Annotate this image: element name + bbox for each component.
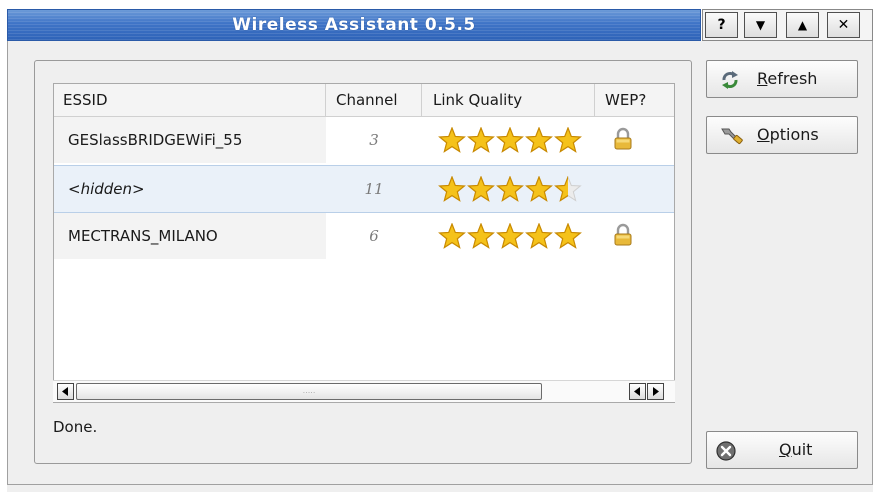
refresh-button[interactable]: Refresh [706,60,858,98]
essid-cell: MECTRANS_MILANO [54,213,326,259]
column-header-wep[interactable]: WEP? [595,84,674,117]
horizontal-scrollbar[interactable]: ..... [53,380,675,402]
star-icon [467,223,495,249]
refresh-label: efresh [767,69,818,88]
essid-cell: GESlassBRIDGEWiFi_55 [54,117,326,163]
maximize-button[interactable]: ▲ [786,12,819,38]
star-rating [438,126,582,153]
star-icon [438,176,466,202]
scroll-left-button[interactable] [57,383,74,400]
quit-label: uit [791,440,813,459]
star-rating [438,222,582,249]
star-icon [525,127,553,153]
star-icon [496,176,524,202]
quit-icon [716,441,736,461]
star-icon [525,176,553,202]
channel-cell: 11 [364,180,384,198]
column-header-essid[interactable]: ESSID [54,84,326,117]
window-title: Wireless Assistant 0.5.5 [232,15,476,35]
network-row[interactable]: <hidden> 11 [54,165,674,213]
lock-icon [614,223,632,246]
scrollbar-grip: ..... [302,386,316,395]
arrow-left-icon [634,387,640,396]
star-rating [438,175,582,202]
refresh-mnemonic: R [757,69,768,88]
close-button[interactable]: ✕ [827,12,860,38]
star-icon [554,127,582,153]
link-quality-stars [438,166,598,212]
link-quality-stars [438,117,598,163]
wep-cell [612,117,642,163]
title-bar[interactable]: Wireless Assistant 0.5.5 ? ▼ ▲ ✕ [7,9,873,41]
star-icon [467,176,495,202]
star-icon [467,127,495,153]
link-quality-stars [438,213,598,259]
channel-cell: 3 [369,131,379,149]
essid-cell: <hidden> [68,180,145,198]
star-icon [438,127,466,153]
quit-mnemonic: Q [779,440,792,459]
title-bar-background[interactable]: Wireless Assistant 0.5.5 [7,9,701,41]
wep-cell [612,213,642,259]
channel-cell: 6 [369,227,379,245]
scrollbar-thumb[interactable]: ..... [76,383,542,400]
column-header-link-quality[interactable]: Link Quality [422,84,595,117]
help-button[interactable]: ? [705,12,738,38]
star-icon [525,223,553,249]
network-row[interactable]: MECTRANS_MILANO 6 [54,213,674,261]
star-icon [554,223,582,249]
shade-button[interactable]: ▼ [744,12,777,38]
arrow-right-icon [653,387,659,396]
arrow-left-icon [62,387,68,396]
options-button[interactable]: Options [706,116,858,154]
quit-button[interactable]: Quit [706,431,858,469]
network-row[interactable]: GESlassBRIDGEWiFi_55 3 [54,117,674,165]
status-text: Done. [53,418,98,436]
star-icon [438,223,466,249]
scroll-left-end-button[interactable] [629,383,646,400]
star-icon [496,223,524,249]
star-icon [496,127,524,153]
options-label: ptions [769,125,819,144]
lock-icon [614,127,632,150]
refresh-icon [722,71,738,89]
scroll-right-button[interactable] [647,383,664,400]
column-header-channel[interactable]: Channel [326,84,422,117]
network-list[interactable]: ESSID Channel Link Quality WEP? GESlassB… [53,83,675,403]
wrench-icon [721,128,743,145]
options-mnemonic: O [757,125,770,144]
app-window: Wireless Assistant 0.5.5 ? ▼ ▲ ✕ ESSID C… [0,0,879,492]
